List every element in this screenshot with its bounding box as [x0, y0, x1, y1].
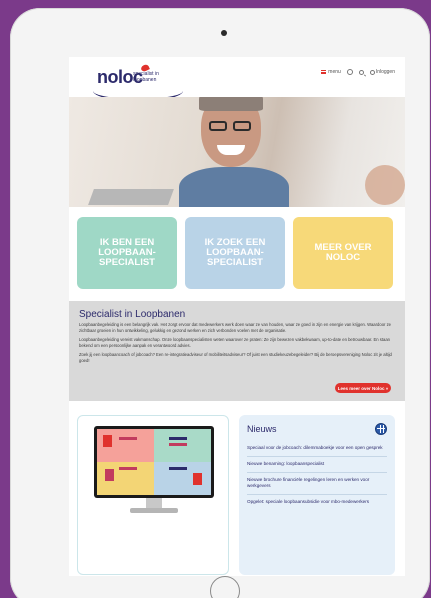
- about-title: Specialist in Loopbanen: [79, 309, 186, 320]
- site-header: noloc specialist in loopbanen menu Inlog…: [69, 57, 405, 101]
- menu-label: menu: [328, 69, 341, 75]
- language-globe-icon[interactable]: [346, 69, 353, 75]
- browser-screen: noloc specialist in loopbanen menu Inlog…: [69, 57, 405, 576]
- about-section: Specialist in Loopbanen Loopbaanbegeleid…: [69, 301, 405, 401]
- about-paragraph: Loopbaanbegeleiding vereist vakmanschap.…: [79, 337, 390, 348]
- login-link[interactable]: Inloggen: [369, 69, 395, 75]
- monitor-illustration: [94, 426, 214, 498]
- about-paragraph: Loopbaanbegeleiding is een belangrijk va…: [79, 322, 391, 333]
- promo-card[interactable]: [77, 415, 229, 575]
- news-item[interactable]: Opgelet: speciale loopbaansubsidie voor …: [247, 495, 387, 510]
- hamburger-icon: [321, 70, 327, 74]
- globe-icon: [375, 423, 387, 435]
- glasses: [209, 121, 255, 131]
- news-item[interactable]: Nieuwe brochure financiële regelingen le…: [247, 473, 387, 495]
- search-icon[interactable]: [358, 69, 364, 75]
- tablet-frame: noloc specialist in loopbanen menu Inlog…: [10, 8, 430, 598]
- login-label: Inloggen: [375, 69, 395, 75]
- lower-section: Nieuws Speciaal voor de jobcoach: dilemm…: [69, 401, 405, 576]
- hero-person: [179, 97, 289, 207]
- about-paragraph: Zoek jij een loopbaancoach of jobcoach? …: [79, 352, 392, 363]
- news-panel: Nieuws Speciaal voor de jobcoach: dilemm…: [239, 415, 395, 575]
- news-item[interactable]: Speciaal voor de jobcoach: dilemmaboekje…: [247, 441, 387, 457]
- laptop: [88, 189, 174, 205]
- home-button[interactable]: [210, 576, 240, 598]
- news-title: Nieuws: [247, 424, 277, 434]
- hero-image: [69, 97, 405, 207]
- noloc-logo[interactable]: noloc specialist in loopbanen: [93, 63, 183, 101]
- cta-meer-over-noloc[interactable]: MEER OVER NOLOC: [293, 217, 393, 289]
- user-icon: [369, 69, 375, 75]
- menu-button[interactable]: menu: [321, 69, 341, 75]
- hand: [365, 165, 405, 205]
- cta-ik-zoek-loopbaanspecialist[interactable]: IK ZOEK EEN LOOPBAAN- SPECIALIST: [185, 217, 285, 289]
- top-nav: menu Inloggen: [321, 69, 395, 75]
- news-item[interactable]: Nieuwe benaming: loopbaanspecialist: [247, 457, 387, 473]
- cta-ik-ben-loopbaanspecialist[interactable]: IK BEN EEN LOOPBAAN- SPECIALIST: [77, 217, 177, 289]
- camera-dot: [221, 30, 227, 36]
- read-more-button[interactable]: Lees meer over Noloc »: [335, 383, 391, 393]
- cta-tiles: IK BEN EEN LOOPBAAN- SPECIALIST IK ZOEK …: [77, 217, 397, 289]
